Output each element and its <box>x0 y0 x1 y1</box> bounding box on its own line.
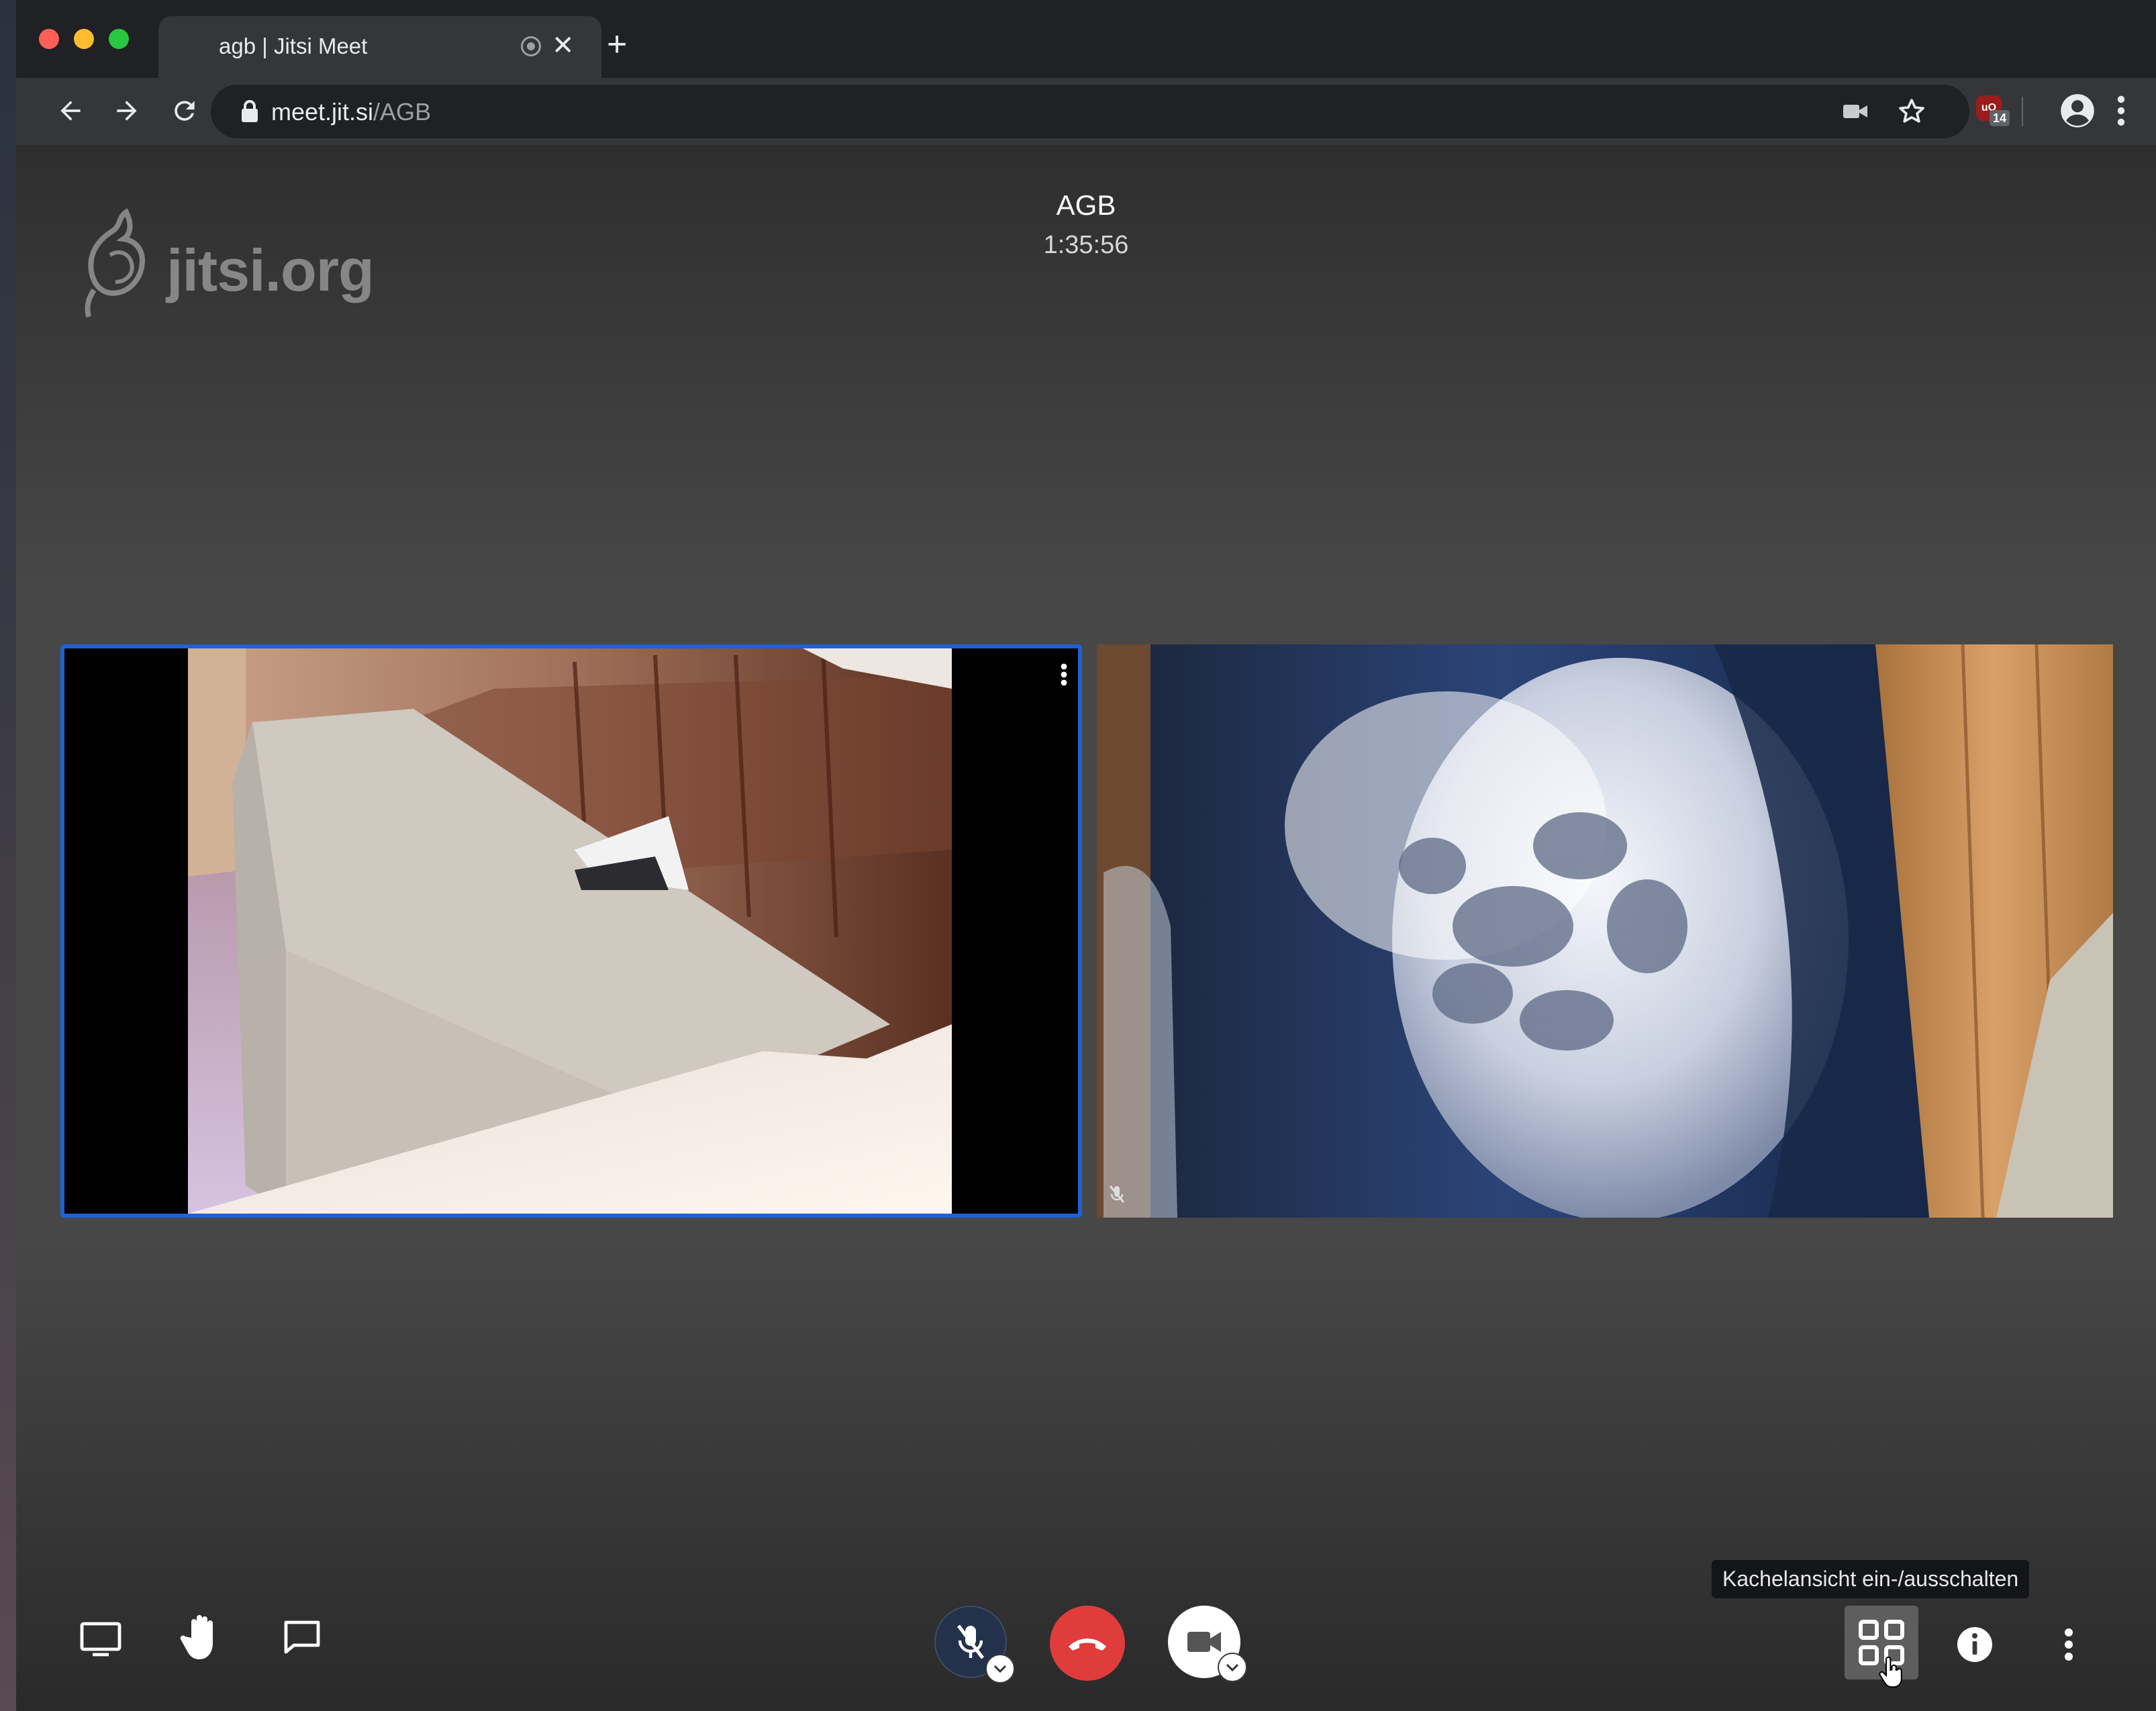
url-path: /AGB <box>373 98 432 126</box>
window-maximize-button[interactable] <box>109 29 129 49</box>
bookmark-star-icon[interactable] <box>1897 97 1926 130</box>
info-icon <box>1957 1627 1992 1662</box>
chat-bubble-icon <box>284 1620 320 1654</box>
tile-view-tooltip: Kachelansicht ein-/ausschalten <box>1712 1560 2030 1598</box>
chat-button[interactable] <box>268 1607 336 1667</box>
url-host: meet.jit.si <box>271 98 374 126</box>
tab-close-icon[interactable]: ✕ <box>552 27 575 64</box>
local-video-tile[interactable] <box>60 644 1082 1218</box>
tab-strip: agb | Jitsi Meet ✕ + <box>16 0 2156 78</box>
forward-icon[interactable] <box>105 89 149 133</box>
recording-indicator-icon <box>521 36 541 56</box>
new-tab-button[interactable]: + <box>607 24 627 64</box>
extension-badge: 14 <box>1990 110 2010 126</box>
browser-toolbar: meet.jit.si/AGB uO 14 <box>16 78 2156 145</box>
url-text: meet.jit.si/AGB <box>271 98 431 126</box>
tab-title: agb | Jitsi Meet <box>219 34 368 58</box>
info-button[interactable] <box>1941 1611 2008 1678</box>
screen-share-button[interactable] <box>67 1608 134 1669</box>
profile-icon[interactable] <box>2059 93 2096 132</box>
video-camera-icon <box>1187 1632 1221 1652</box>
camera-options-chevron-icon[interactable] <box>1218 1653 1247 1682</box>
more-actions-button[interactable] <box>2042 1611 2096 1678</box>
lock-icon <box>240 99 259 126</box>
tile-view-button[interactable] <box>1845 1606 1918 1688</box>
hand-icon <box>180 1615 213 1659</box>
pointer-cursor-icon <box>1879 1657 1902 1688</box>
meeting-timer: 1:35:56 <box>1043 231 1129 259</box>
browser-menu-icon[interactable] <box>2116 94 2126 131</box>
jitsi-watermark[interactable]: jitsi.org <box>81 207 375 324</box>
more-vertical-icon <box>2065 1628 2073 1661</box>
monitor-icon <box>80 1622 121 1657</box>
tile-menu-icon[interactable] <box>1061 663 1067 689</box>
jitsi-logo-icon <box>85 208 146 317</box>
camera-in-use-icon[interactable] <box>1842 101 1869 126</box>
address-bar[interactable]: meet.jit.si/AGB <box>211 85 1969 138</box>
meeting-stage: jitsi.org AGB 1:35:56 Kachelansicht ein-… <box>16 145 2156 1711</box>
microphone-options-chevron-icon[interactable] <box>985 1654 1015 1683</box>
camera-button[interactable] <box>1168 1606 1247 1682</box>
desktop-background <box>0 0 16 1711</box>
room-name: AGB <box>1056 189 1116 221</box>
reload-icon[interactable] <box>162 89 207 133</box>
microphone-button[interactable] <box>934 1606 1015 1683</box>
browser-tab[interactable]: agb | Jitsi Meet ✕ <box>158 16 601 78</box>
phone-hangup-icon <box>1069 1639 1106 1651</box>
microphone-muted-icon <box>957 1624 985 1659</box>
remote-video-tile[interactable] <box>1097 644 2113 1218</box>
participant-muted-icon <box>1108 1185 1126 1208</box>
back-icon[interactable] <box>48 89 93 133</box>
ublock-extension-icon[interactable]: uO 14 <box>1976 95 2010 126</box>
toolbar-divider <box>2022 97 2023 126</box>
browser-window: agb | Jitsi Meet ✕ + meet.jit.si/AGB uO … <box>16 0 2156 1711</box>
local-camera-feed <box>64 648 1078 1214</box>
hangup-button[interactable] <box>1050 1606 1125 1681</box>
remote-camera-feed <box>1097 644 2113 1218</box>
raise-hand-button[interactable] <box>168 1603 235 1670</box>
window-close-button[interactable] <box>39 29 59 49</box>
window-minimize-button[interactable] <box>74 29 94 49</box>
